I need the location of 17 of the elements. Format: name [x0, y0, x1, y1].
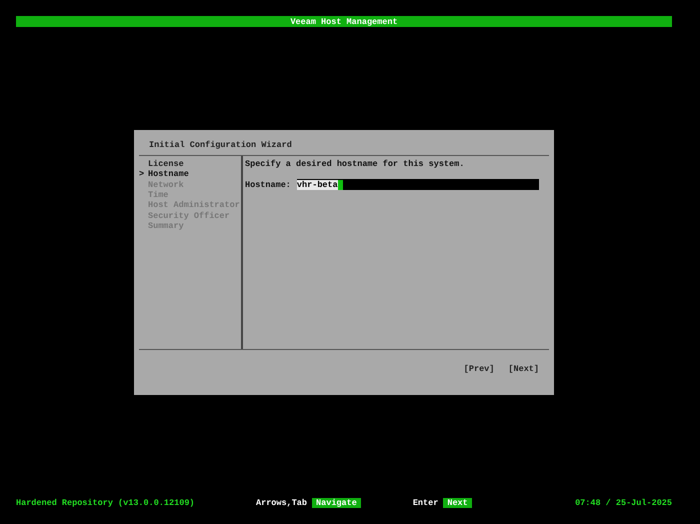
wizard-button[interactable]: [Prev]: [464, 364, 494, 374]
action-label: Navigate: [312, 498, 361, 508]
hostname-field[interactable]: vhr-beta: [296, 179, 539, 190]
wizard-step[interactable]: Hostname: [148, 169, 189, 180]
action-label: Next: [443, 498, 472, 508]
current-step-marker: >: [139, 169, 146, 180]
app-title: Veeam Host Management: [290, 16, 398, 26]
text-cursor-icon: [338, 180, 343, 190]
wizard-step[interactable]: License: [148, 159, 184, 170]
key-hint: Arrows,Tab: [256, 498, 308, 508]
instruction-text: Specify a desired hostname for this system.: [245, 159, 464, 169]
key-hint: Enter: [412, 498, 438, 508]
date-time: 07:48 / 25-Jul-2025: [575, 498, 672, 508]
product-version: Hardened Repository (v13.0.0.12109): [16, 498, 196, 508]
dialog-title: Initial Configuration Wizard: [149, 140, 292, 150]
hostname-label: Hostname:: [245, 180, 291, 190]
wizard-button[interactable]: [Next]: [508, 364, 539, 374]
